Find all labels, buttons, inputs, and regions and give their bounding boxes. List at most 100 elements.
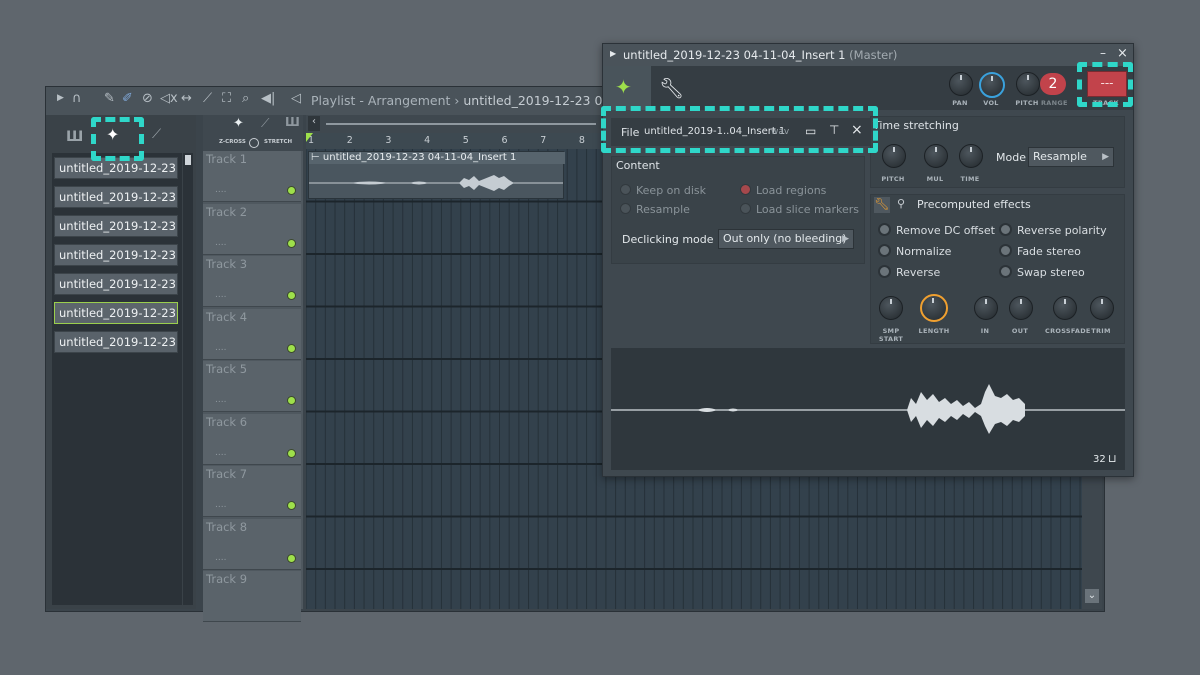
track-header[interactable]: Track 6.... (203, 413, 301, 465)
pan-knob[interactable] (949, 72, 973, 96)
remove-dc-offset-option[interactable]: Remove DC offset (878, 223, 995, 237)
zoom-icon[interactable]: ⌕ (242, 91, 249, 106)
track-enable-led[interactable] (288, 292, 295, 299)
sample-start-knob[interactable] (879, 296, 903, 320)
track-header[interactable]: Track 7.... (203, 466, 301, 517)
paint-icon[interactable]: ✐ (122, 91, 133, 106)
stretch-time-label: TIME (960, 175, 980, 183)
track-enable-led[interactable] (288, 239, 295, 247)
playback-icon[interactable]: ◀| (261, 91, 275, 106)
window-menu-icon[interactable]: ▶ (610, 49, 616, 58)
track-header[interactable]: Track 1.... (203, 151, 301, 202)
channel-titlebar: ▶ untitled_2019-12-23 04-11-04_Insert 1 … (603, 44, 1133, 66)
stretch-mul-knob[interactable] (924, 144, 948, 168)
track-enable-led[interactable] (288, 554, 295, 562)
channel-toolbar: ✦ 🔧︎ PAN VOL PITCH 2 RANGE --- TRACK (603, 66, 1133, 110)
reverse-option[interactable]: Reverse (878, 265, 940, 279)
piano-tab-icon[interactable]: Ш (66, 129, 83, 145)
magnet-icon[interactable]: ∩ (72, 91, 82, 106)
track-enable-led[interactable] (288, 449, 295, 457)
menu-arrow-icon[interactable]: ▶ (57, 93, 64, 103)
track-dots: .... (215, 237, 227, 248)
fade-stereo-option[interactable]: Fade stereo (999, 244, 1081, 258)
stretch-label: STRETCH (264, 139, 293, 145)
track-dots: .... (215, 552, 227, 563)
slip-icon[interactable]: ↔ (181, 91, 192, 106)
in-label: IN (980, 327, 990, 335)
pencil-icon[interactable]: ✎ (104, 91, 115, 106)
clip-list-item[interactable]: untitled_2019-12-23 03-... (54, 186, 178, 208)
clip-list-item[interactable]: untitled_2019-12-23 03-... (54, 244, 178, 266)
keep-on-disk-option[interactable]: Keep on disk (620, 184, 706, 197)
load-slice-markers-option[interactable]: Load slice markers (740, 203, 859, 216)
zcross-toggle[interactable] (249, 138, 259, 148)
mode-label: Mode (996, 151, 1026, 164)
waveform-snap-icon[interactable]: ✦ (233, 116, 244, 131)
track-name: Track 1 (206, 152, 248, 166)
playhead-marker[interactable] (306, 133, 313, 142)
track-enable-led[interactable] (288, 502, 295, 509)
track-dots: .... (215, 342, 227, 353)
delete-icon[interactable]: ⊘ (142, 91, 153, 106)
mute-icon[interactable]: ◁x (160, 91, 178, 106)
range-label: RANGE (1041, 99, 1068, 107)
minimize-icon[interactable]: – (1100, 46, 1106, 60)
track-name: Track 9 (206, 572, 248, 586)
track-header[interactable]: Track 3.... (203, 256, 301, 307)
normalize-option[interactable]: Normalize (878, 244, 951, 258)
track-header[interactable]: Track 4.... (203, 308, 301, 360)
clip-list: untitled_2019-12-23 03-... untitled_2019-… (52, 153, 182, 605)
volume-knob[interactable] (979, 72, 1005, 98)
track-enable-led[interactable] (288, 187, 295, 194)
trim-knob[interactable] (1090, 296, 1114, 320)
automation-snap-icon[interactable]: ⟋ (261, 116, 269, 131)
track-header[interactable]: Track 9 (203, 571, 301, 622)
sample-tab[interactable]: ✦ (603, 66, 651, 110)
mode-select[interactable]: Resample ▶ (1028, 147, 1114, 167)
scroll-left-icon[interactable]: ‹ (308, 116, 320, 131)
track-enable-led[interactable] (288, 344, 295, 352)
length-label: LENGTH (918, 327, 950, 335)
zcross-label: Z-CROSS (219, 139, 246, 145)
reverse-polarity-option[interactable]: Reverse polarity (999, 223, 1107, 237)
select-icon[interactable]: ⛶ (222, 91, 231, 106)
slice-icon[interactable]: ⟋ (203, 91, 212, 106)
load-regions-option[interactable]: Load regions (740, 184, 826, 197)
scroll-down-icon[interactable]: ⌄ (1085, 589, 1099, 603)
track-enable-led[interactable] (288, 397, 295, 404)
piano-snap-icon[interactable]: Ш (285, 115, 300, 129)
pitch-range-value[interactable]: 2 (1040, 73, 1066, 95)
speaker-icon[interactable]: ◁ (291, 91, 301, 106)
ruler-number: 7 (540, 135, 547, 146)
crossfade-label: CROSSFADE (1045, 327, 1091, 335)
picker-scrollbar[interactable] (183, 153, 193, 605)
length-knob[interactable] (920, 294, 948, 322)
pitch-knob[interactable] (1016, 72, 1040, 96)
clip-list-item[interactable]: untitled_2019-12-23 03-... (54, 215, 178, 237)
track-header[interactable]: Track 5.... (203, 361, 301, 412)
swap-stereo-option[interactable]: Swap stereo (999, 265, 1085, 279)
out-label: OUT (1011, 327, 1029, 335)
stretch-pitch-knob[interactable] (882, 144, 906, 168)
resample-option[interactable]: Resample (620, 203, 690, 216)
close-window-icon[interactable]: × (1117, 46, 1128, 61)
track-dots: .... (215, 185, 227, 195)
track-header[interactable]: Track 8.... (203, 518, 301, 570)
out-knob[interactable] (1009, 296, 1033, 320)
declicking-select[interactable]: Out only (no bleeding) ▶ (718, 229, 854, 249)
waveform-display[interactable]: 32 ⊔ (611, 348, 1125, 470)
stretch-pitch-label: PITCH (881, 175, 905, 183)
automation-tab-icon[interactable]: ⟋ (152, 127, 161, 142)
ruler-number: 3 (385, 135, 392, 146)
clip-list-item[interactable]: untitled_2019-12-23 04-... (54, 331, 178, 353)
zoom-icon[interactable]: ⊔ (1108, 452, 1117, 465)
audio-clip[interactable]: ⊢ untitled_2019-12-23 04-11-04_Insert 1 (308, 151, 565, 199)
track-header[interactable]: Track 2.... (203, 203, 301, 255)
crossfade-knob[interactable] (1053, 296, 1077, 320)
stretch-time-knob[interactable] (959, 144, 983, 168)
clip-list-item[interactable]: untitled_2019-12-23 04-... (54, 273, 178, 295)
in-knob[interactable] (974, 296, 998, 320)
wrench-tab-icon[interactable]: 🔧︎ (659, 76, 684, 100)
ruler-number: 4 (424, 135, 431, 146)
clip-list-item[interactable]: untitled_2019-12-23 04-... (54, 302, 178, 324)
